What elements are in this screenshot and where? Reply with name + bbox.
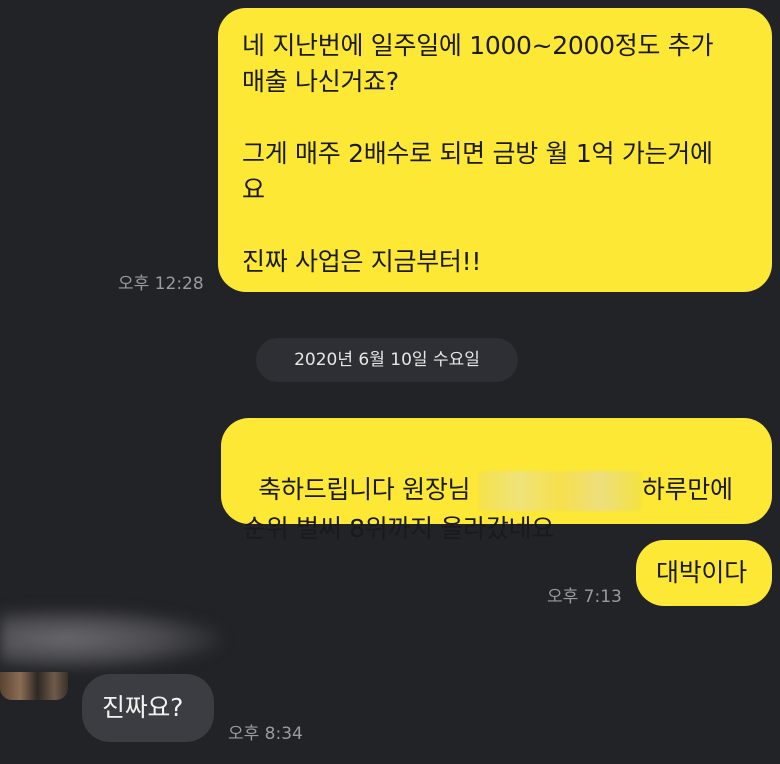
incoming-message-bubble[interactable]: 진짜요? bbox=[82, 674, 214, 742]
outgoing-message-bubble[interactable]: 네 지난번에 일주일에 1000~2000정도 추가 매출 나신거죠? 그게 매… bbox=[218, 8, 772, 292]
date-divider: 2020년 6월 10일 수요일 bbox=[256, 338, 518, 382]
sender-avatar[interactable] bbox=[0, 672, 68, 700]
message-timestamp: 오후 12:28 bbox=[118, 274, 204, 294]
outgoing-message-bubble[interactable]: 대박이다 bbox=[636, 540, 772, 606]
redacted-name-blur bbox=[477, 471, 642, 511]
sender-name-blurred bbox=[0, 608, 222, 670]
message-timestamp: 오후 7:13 bbox=[547, 587, 622, 607]
message-timestamp: 오후 8:34 bbox=[228, 724, 303, 744]
outgoing-message-bubble[interactable]: 축하드립니다 원장님 하루만에 순위 벌써 8위까지 올라갔네요 bbox=[221, 418, 772, 543]
message-text-part: 축하드립니다 원장님 bbox=[258, 475, 478, 504]
